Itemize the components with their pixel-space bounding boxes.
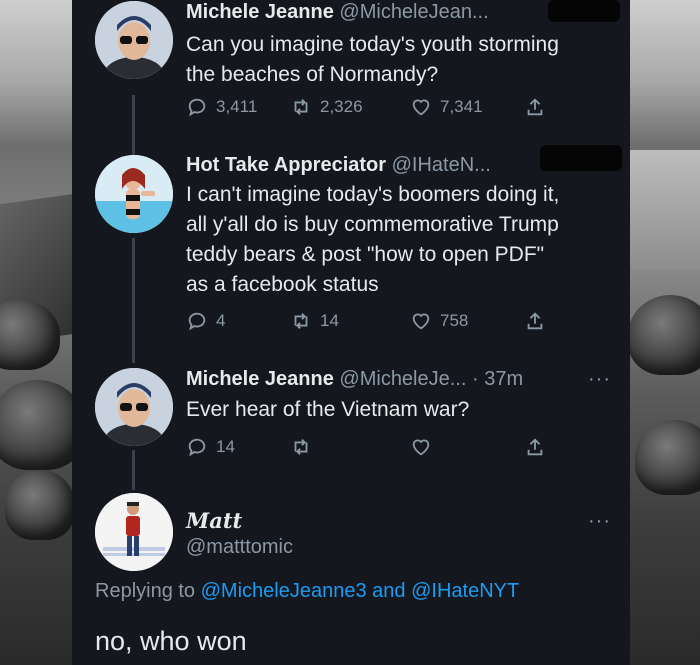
tweet-text-line: all y'all do is buy commemorative Trump — [186, 213, 559, 236]
tweet-text: Can you imagine today's youth storming t… — [186, 30, 559, 90]
redaction-mark — [548, 0, 620, 22]
author-name[interactable]: Hot Take Appreciator — [186, 154, 386, 176]
avatar[interactable] — [95, 493, 173, 571]
author-name[interactable]: Michele Jeanne — [186, 1, 334, 23]
reply-button[interactable]: 14 — [186, 436, 235, 458]
replying-prefix: Replying to — [95, 580, 196, 602]
share-button[interactable] — [524, 436, 546, 458]
replying-to: Replying to @MicheleJeanne3 and @IHateNY… — [95, 580, 519, 603]
tweet-text-line: teddy bears & post "how to open PDF" — [186, 243, 545, 266]
tweet-text-line: I can't imagine today's boomers doing it… — [186, 183, 560, 206]
reply-icon — [188, 312, 206, 331]
tweet-text-line: Can you imagine today's youth storming — [186, 33, 559, 56]
like-button[interactable]: 7,341 — [410, 96, 483, 118]
thread-line — [132, 450, 135, 490]
reply-count: 4 — [216, 311, 226, 330]
tweet-text-line: Ever hear of the Vietnam war? — [186, 398, 470, 421]
author-handle[interactable]: @matttomic — [186, 536, 293, 558]
like-icon — [412, 313, 430, 330]
reply-author-handle[interactable]: @matttomic — [186, 536, 293, 559]
more-icon[interactable]: ··· — [588, 510, 611, 533]
author-handle[interactable]: @IHateN... — [392, 154, 491, 176]
tweet-author[interactable]: Michele Jeanne @MicheleJean... — [186, 1, 489, 24]
share-button[interactable] — [524, 96, 546, 118]
share-icon — [527, 98, 543, 116]
more-icon[interactable]: ··· — [588, 368, 611, 391]
redaction-mark — [540, 145, 622, 171]
retweet-icon — [294, 313, 308, 329]
like-icon — [412, 439, 430, 456]
tweet-text-line: as a facebook status — [186, 273, 379, 296]
reply-author-name[interactable]: Matt — [186, 508, 242, 533]
avatar[interactable] — [95, 155, 173, 233]
reply-icon — [188, 438, 206, 457]
tweet-text: Ever hear of the Vietnam war? — [186, 395, 469, 425]
like-count: 758 — [440, 311, 469, 330]
tweet-author[interactable]: Michele Jeanne @MicheleJe... · 37m — [186, 368, 523, 391]
thread-line — [132, 238, 135, 363]
tweet-text-line: the beaches of Normandy? — [186, 63, 439, 86]
tweet-actions: 3,411 2,326 7,341 — [186, 96, 566, 122]
tweet-author[interactable]: Hot Take Appreciator @IHateN... — [186, 154, 491, 177]
avatar[interactable] — [95, 368, 173, 446]
reply-count: 3,411 — [216, 97, 258, 116]
like-icon — [412, 99, 430, 116]
tweet-time[interactable]: · 37m — [472, 368, 523, 390]
author-handle[interactable]: @MicheleJean... — [339, 1, 488, 23]
reply-count: 14 — [216, 437, 235, 456]
retweet-count: 14 — [320, 311, 339, 330]
retweet-icon — [294, 439, 308, 455]
tweet-text: I can't imagine today's boomers doing it… — [186, 180, 559, 300]
retweet-button[interactable] — [290, 436, 312, 458]
avatar[interactable] — [95, 1, 173, 79]
author-name[interactable]: Michele Jeanne — [186, 368, 334, 390]
replying-link[interactable]: @IHateNYT — [411, 580, 519, 602]
share-button[interactable] — [524, 310, 546, 332]
reply-button[interactable]: 3,411 — [186, 96, 257, 118]
retweet-count: 2,326 — [320, 97, 363, 116]
retweet-icon — [294, 99, 308, 115]
author-handle[interactable]: @MicheleJe... — [339, 368, 466, 390]
replying-link[interactable]: @MicheleJeanne3 — [201, 580, 367, 602]
tweet-actions: 14 — [186, 436, 566, 462]
share-icon — [527, 438, 543, 456]
retweet-button[interactable]: 2,326 — [290, 96, 363, 118]
replying-and: and — [372, 580, 406, 602]
like-button[interactable] — [410, 436, 432, 458]
reply-icon — [188, 98, 206, 117]
retweet-button[interactable]: 14 — [290, 310, 339, 332]
tweet-actions: 4 14 758 — [186, 310, 566, 336]
reply-button[interactable]: 4 — [186, 310, 225, 332]
like-button[interactable]: 758 — [410, 310, 468, 332]
share-icon — [527, 312, 543, 330]
reply-text: no, who won — [95, 626, 247, 656]
like-count: 7,341 — [440, 97, 483, 116]
author-name[interactable]: Matt — [186, 508, 242, 533]
